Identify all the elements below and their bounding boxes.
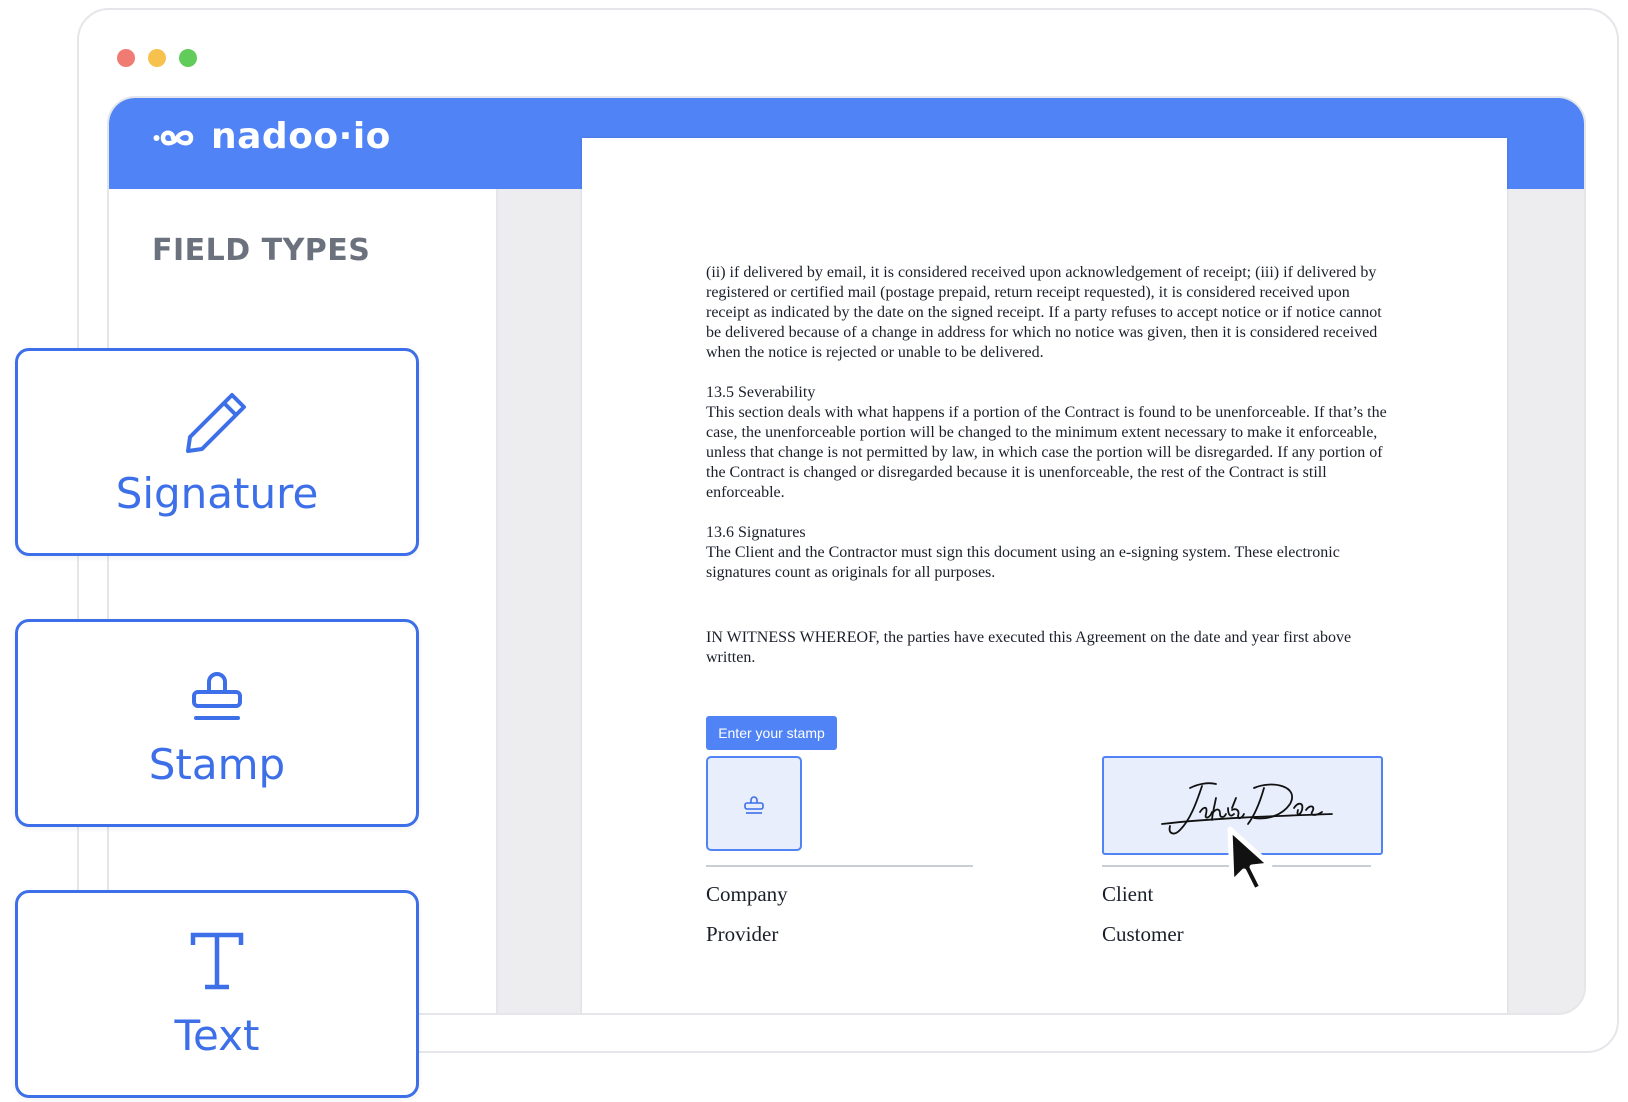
document-page: (ii) if delivered by email, it is consid… [582, 138, 1507, 1013]
document-paragraph: (ii) if delivered by email, it is consid… [706, 264, 1382, 361]
mouse-cursor-icon [1227, 826, 1273, 894]
signature-field-type-card[interactable]: Signature [15, 348, 419, 556]
text-field-type-card[interactable]: Text [15, 890, 419, 1098]
stamp-field-type-card[interactable]: Stamp [15, 619, 419, 827]
section-heading: 13.5 Severability [706, 384, 816, 401]
text-icon [190, 932, 244, 990]
pen-icon [186, 393, 246, 453]
close-window-button[interactable] [117, 49, 135, 67]
section-heading: 13.6 Signatures [706, 524, 806, 541]
left-party-label: Company [706, 882, 788, 906]
stamp-icon [192, 672, 242, 720]
minimize-window-button[interactable] [148, 49, 166, 67]
stamp-icon [744, 795, 764, 814]
witness-paragraph: IN WITNESS WHEREOF, the parties have exe… [706, 629, 1352, 666]
app-logo[interactable]: nadoo·io [153, 116, 391, 157]
maximize-window-button[interactable] [179, 49, 197, 67]
enter-stamp-button[interactable]: Enter your stamp [706, 716, 837, 750]
window-controls [117, 49, 197, 67]
document-paragraph: This section deals with what happens if … [706, 404, 1387, 501]
document-paragraph: The Client and the Contractor must sign … [706, 544, 1340, 581]
signature-line [706, 865, 973, 867]
right-party-label: Client [1102, 882, 1154, 906]
infinity-logo-icon [153, 130, 194, 145]
logo-text: nadoo·io [211, 116, 391, 157]
text-card-label: Text [174, 1011, 260, 1060]
stamp-card-label: Stamp [148, 740, 286, 789]
stamp-field[interactable] [706, 756, 802, 851]
signature-card-label: Signature [115, 469, 319, 518]
left-party-role: Provider [706, 922, 779, 946]
sidebar-title: FIELD TYPES [152, 233, 371, 268]
right-party-role: Customer [1102, 922, 1184, 946]
document-body: (ii) if delivered by email, it is consid… [706, 263, 1396, 668]
